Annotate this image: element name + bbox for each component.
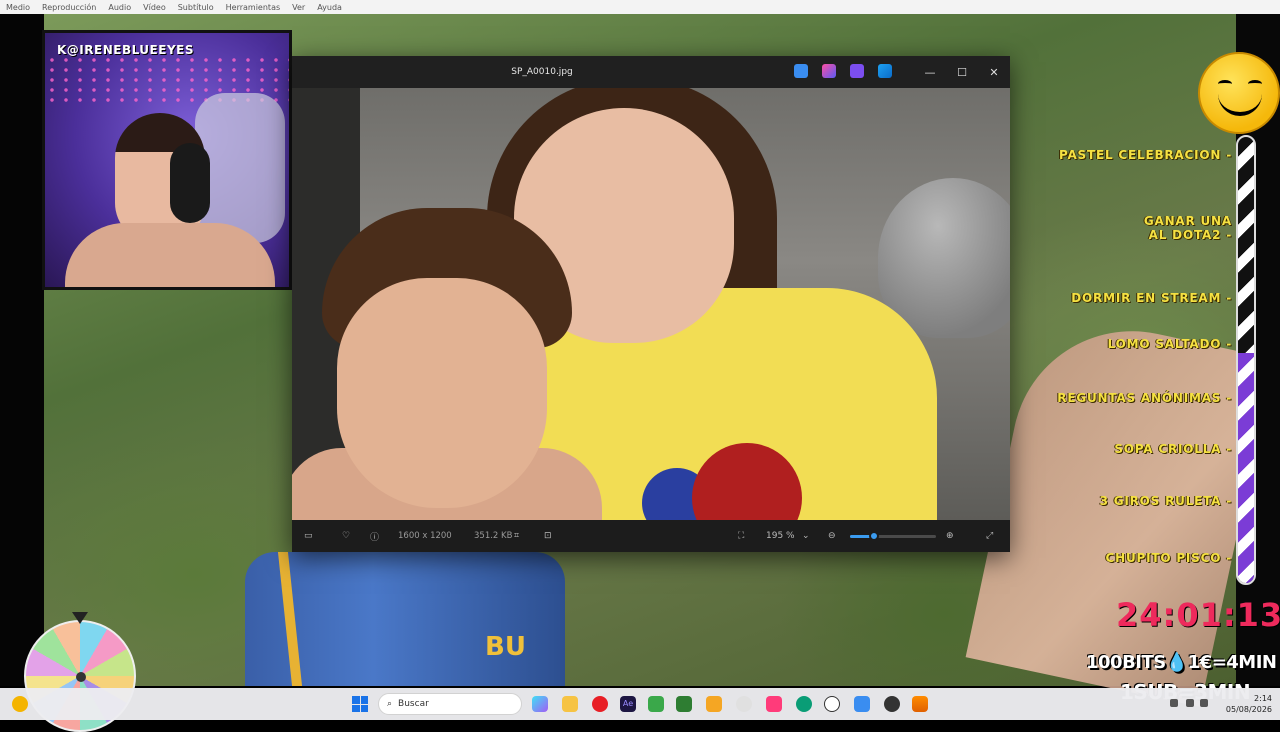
zoom-level[interactable]: 195 % [766,520,795,552]
filmstrip-icon[interactable]: ▭ [304,520,313,552]
goal-item: SOPA CRIOLLA - [1114,442,1232,456]
menu-reproduccion[interactable]: Reproducción [42,3,96,12]
menu-ver[interactable]: Ver [292,3,305,12]
goal-item: CHUPITO PISCO - [1105,551,1232,565]
zoom-in-icon[interactable]: ⊕ [946,520,954,552]
file-explorer-icon[interactable] [562,696,578,712]
obs-icon[interactable] [736,696,752,712]
opera-icon[interactable] [592,696,608,712]
goal-item: DORMIR EN STREAM - [1071,291,1232,305]
goal-item: REGUNTAS ANÓNIMAS - [1057,391,1232,405]
smiley-mouth [1218,94,1262,116]
copilot-icon[interactable] [532,696,548,712]
fit-to-window-icon[interactable]: ⛶ [738,520,744,552]
search-placeholder: Buscar [398,699,429,709]
clock-date: 05/08/2026 [1225,705,1272,714]
menu-medio[interactable]: Medio [6,3,30,12]
window-titlebar[interactable]: SP_A0010.jpg — ☐ ✕ [292,56,1010,88]
goal-item: GANAR UNA AL DOTA2 - [1143,214,1232,242]
network-icon[interactable] [1170,699,1178,707]
goal-progress-bar [1236,135,1256,585]
webcam-overlay: K@IRENEBLUEEYES [42,30,292,290]
info-icon[interactable]: ⓘ [370,520,379,552]
viewer-toolbar: ▭ ♡ ⓘ 1600 x 1200 351.2 KB ⌗ ⊡ ⛶ 195 % ⌄… [292,520,1010,552]
smiley-icon [1198,52,1280,134]
media-player-icon[interactable] [884,696,900,712]
app-icon-pink[interactable] [766,696,782,712]
designer-icon[interactable] [822,64,836,78]
weather-icon[interactable] [12,696,28,712]
search-icon: ⌕ [387,699,393,709]
clock-time: 2:14 [1254,694,1272,703]
scan-text-icon[interactable]: ⌗ [514,520,519,552]
onedrive-icon[interactable] [878,64,892,78]
streamer-body [65,223,275,287]
zoom-out-icon[interactable]: ⊖ [828,520,836,552]
goal-item: 3 GIROS RULETA - [1099,494,1232,508]
goal-progress-fill [1238,353,1254,583]
battery-icon[interactable] [1200,699,1208,707]
letterbox-left [0,14,44,686]
app-icon-orange[interactable] [706,696,722,712]
menu-subtitulo[interactable]: Subtítulo [178,3,214,12]
app-icon-teal[interactable] [796,696,812,712]
volume-icon[interactable] [1186,699,1194,707]
smiley-eye-left [1218,80,1232,88]
system-clock[interactable]: 2:14 05/08/2026 [1212,693,1272,715]
goal-item: PASTEL CELEBRACION - [1058,148,1232,162]
shorts-stripe [277,552,303,686]
zoom-slider-knob[interactable] [869,531,880,541]
menu-video[interactable]: Vídeo [143,3,166,12]
image-dimensions: 1600 x 1200 [398,531,452,541]
close-button[interactable]: ✕ [978,56,1010,88]
chatgpt-icon[interactable] [824,696,840,712]
goal-item: LOMO SALTADO - [1107,337,1232,351]
photos-window: SP_A0010.jpg — ☐ ✕ ▭ ♡ ⓘ 1600 x 1200 351… [292,56,1010,552]
zoom-slider[interactable] [850,531,936,541]
bits-rule: 100BITS💧1€=4MIN [1086,652,1277,673]
boy-face [337,278,547,508]
shorts-text: BU [485,632,526,662]
menu-audio[interactable]: Audio [108,3,131,12]
menu-herramientas[interactable]: Herramientas [226,3,281,12]
photo-canvas[interactable] [292,88,1010,520]
minimize-button[interactable]: — [914,56,946,88]
menu-bar: Medio Reproducción Audio Vídeo Subtítulo… [0,0,1280,14]
video-child-legs: BU [245,552,565,686]
photos-icon[interactable] [854,696,870,712]
start-button[interactable] [352,696,368,712]
search-box[interactable]: ⌕ Buscar [378,693,522,715]
taskbar: ⌕ Buscar Ae 2:14 05/08/2026 [0,688,1280,720]
file-size: 351.2 KB [474,531,513,541]
edit-icon[interactable] [794,64,808,78]
clipchamp-icon[interactable] [850,64,864,78]
subathon-timer: 24:01:13 [1116,596,1280,634]
fullscreen-icon[interactable]: ⤢ [986,520,993,552]
app-icon-green[interactable] [676,696,692,712]
nvidia-icon[interactable] [648,696,664,712]
visual-search-icon[interactable]: ⊡ [544,520,552,552]
vlc-icon[interactable] [912,696,928,712]
favorite-icon[interactable]: ♡ [342,520,350,552]
streamer-name: K@IRENEBLUEEYES [57,43,194,57]
headset [170,143,210,223]
menu-ayuda[interactable]: Ayuda [317,3,342,12]
smiley-eye-right [1248,80,1262,88]
wheel-hub [76,672,86,682]
maximize-button[interactable]: ☐ [946,56,978,88]
after-effects-icon[interactable]: Ae [620,696,636,712]
window-title: SP_A0010.jpg [511,67,573,77]
wheel-pointer [72,612,88,624]
chevron-down-icon[interactable]: ⌄ [802,520,810,552]
